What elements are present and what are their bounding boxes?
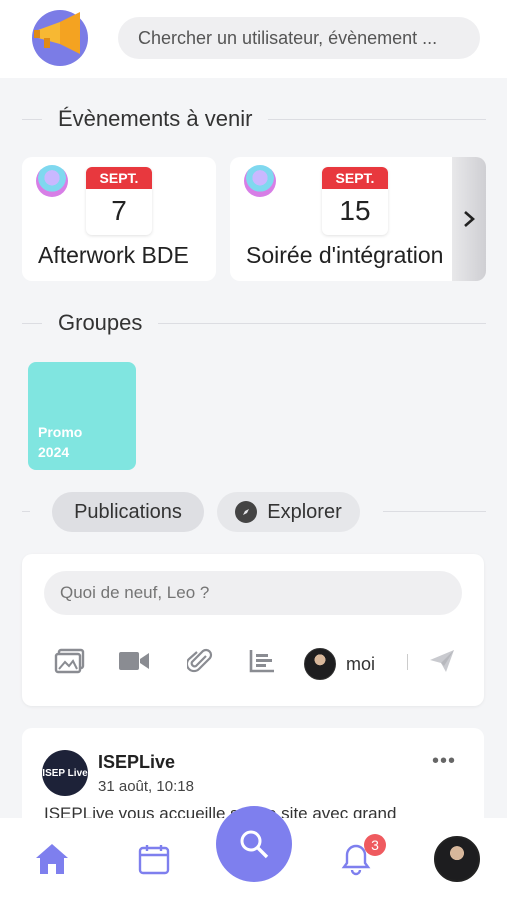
events-section-header: Évènements à venir: [22, 104, 486, 134]
tab-explorer[interactable]: Explorer: [217, 492, 360, 532]
event-name: Afterwork BDE: [38, 242, 189, 268]
organizer-logo: [36, 165, 68, 197]
divider: [22, 118, 42, 120]
event-card[interactable]: SEPT. 7 Afterwork BDE: [22, 157, 216, 281]
nav-home[interactable]: [32, 840, 72, 878]
audience-label[interactable]: moi: [346, 654, 375, 675]
tab-label: Publications: [74, 500, 182, 523]
divider: [383, 511, 486, 512]
image-icon[interactable]: [54, 648, 86, 674]
event-day: 15: [339, 195, 371, 226]
notification-badge: 3: [364, 834, 386, 856]
app-logo[interactable]: [32, 10, 88, 66]
user-avatar[interactable]: [304, 648, 336, 680]
search-input[interactable]: Chercher un utilisateur, évènement ...: [118, 17, 480, 59]
app-header: Chercher un utilisateur, évènement ...: [0, 0, 507, 78]
divider: [22, 511, 30, 512]
search-icon: [240, 830, 269, 859]
divider: [407, 654, 408, 670]
compass-icon: [235, 501, 258, 523]
attachment-icon[interactable]: [184, 648, 216, 674]
tab-label: Explorer: [267, 500, 342, 523]
group-name: Promo 2024: [38, 424, 83, 460]
profile-avatar[interactable]: [434, 836, 480, 882]
events-next-button[interactable]: [452, 157, 486, 281]
event-card[interactable]: SEPT. 15 Soirée d'intégration: [230, 157, 452, 281]
chevron-right-icon: [464, 211, 475, 227]
more-options-icon[interactable]: •••: [432, 750, 456, 773]
poll-icon[interactable]: [246, 648, 278, 674]
event-month: SEPT.: [86, 167, 152, 189]
events-section-title: Évènements à venir: [58, 106, 253, 131]
groups-section-header: Groupes: [22, 308, 486, 338]
event-month: SEPT.: [322, 167, 388, 189]
event-name: Soirée d'intégration: [246, 242, 444, 268]
megaphone-icon: [34, 12, 80, 54]
post-composer: moi: [22, 554, 484, 706]
event-date: SEPT. 15: [322, 167, 388, 235]
post-input[interactable]: [44, 571, 462, 615]
groups-section-title: Groupes: [58, 310, 143, 335]
search-fab[interactable]: [216, 806, 292, 882]
divider: [158, 322, 486, 324]
video-icon[interactable]: [118, 648, 150, 674]
bottom-navigation: 3: [0, 806, 507, 900]
events-carousel: SEPT. 7 Afterwork BDE SEPT. 15 Soirée d'…: [22, 157, 486, 281]
post-time: 31 août, 10:18: [98, 778, 194, 795]
calendar-icon: [138, 845, 170, 875]
author-avatar[interactable]: ISEP Live: [42, 750, 88, 796]
organizer-logo: [244, 165, 276, 197]
tab-publications[interactable]: Publications: [52, 492, 204, 532]
home-icon: [36, 844, 68, 874]
event-day: 7: [111, 195, 127, 226]
divider: [268, 118, 486, 120]
divider: [22, 322, 42, 324]
group-tile[interactable]: Promo 2024: [28, 362, 136, 470]
event-date: SEPT. 7: [86, 167, 152, 235]
post-author[interactable]: ISEPLive: [98, 752, 175, 773]
send-icon[interactable]: [426, 648, 458, 674]
nav-calendar[interactable]: [134, 840, 174, 878]
